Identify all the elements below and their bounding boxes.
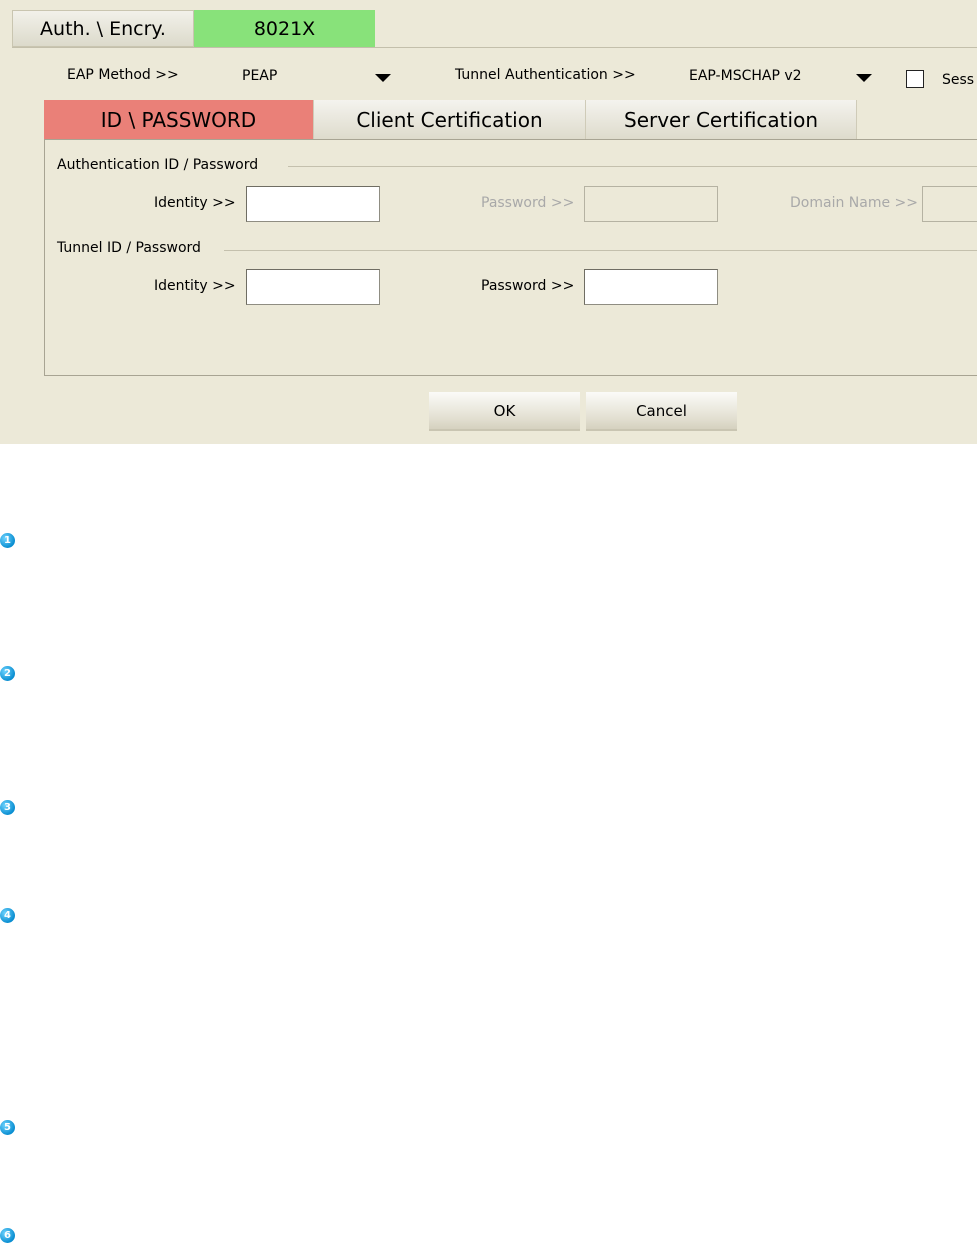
callout-marker-4: 4 <box>0 908 15 923</box>
tab-8021x[interactable]: 8021X <box>194 10 375 47</box>
callout-marker-1: 1 <box>0 533 15 548</box>
domain-name-label: Domain Name >> <box>790 195 918 211</box>
callout-marker-6: 6 <box>0 1228 15 1243</box>
eap-method-label: EAP Method >> <box>67 67 179 83</box>
cancel-button[interactable]: Cancel <box>586 392 737 431</box>
session-resumption-checkbox[interactable] <box>906 70 924 88</box>
auth-group-legend: Authentication ID / Password <box>57 157 259 173</box>
callout-marker-5: 5 <box>0 1120 15 1135</box>
tunnel-identity-input[interactable] <box>246 269 380 305</box>
wireless-settings-dialog: Auth. \ Encry. 8021X EAP Method >> PEAP … <box>0 0 977 444</box>
tunnel-group-divider <box>224 250 977 251</box>
callout-marker-2: 2 <box>0 666 15 681</box>
auth-password-input <box>584 186 718 222</box>
tunnel-password-input[interactable] <box>584 269 718 305</box>
tab-server-certification[interactable]: Server Certification <box>586 100 857 139</box>
tunnel-group-legend: Tunnel ID / Password <box>57 240 201 256</box>
session-resumption-label: Sess <box>942 72 975 88</box>
tunnel-auth-dropdown-icon[interactable] <box>856 74 872 82</box>
callout-marker-3: 3 <box>0 800 15 815</box>
id-password-panel <box>44 139 977 376</box>
auth-group-divider <box>288 166 977 167</box>
eap-method-select[interactable]: PEAP <box>242 68 277 84</box>
auth-identity-label: Identity >> <box>154 195 236 211</box>
auth-identity-input[interactable] <box>246 186 380 222</box>
tab-client-certification[interactable]: Client Certification <box>314 100 586 139</box>
tab-divider <box>12 47 977 48</box>
eap-method-dropdown-icon[interactable] <box>375 74 391 82</box>
ok-button[interactable]: OK <box>429 392 580 431</box>
tunnel-auth-label: Tunnel Authentication >> <box>455 67 636 83</box>
tunnel-password-label: Password >> <box>481 278 575 294</box>
auth-password-label: Password >> <box>481 195 575 211</box>
tunnel-auth-select[interactable]: EAP-MSCHAP v2 <box>689 68 802 84</box>
tab-auth-encry[interactable]: Auth. \ Encry. <box>12 10 194 47</box>
domain-name-input <box>922 186 977 222</box>
tunnel-identity-label: Identity >> <box>154 278 236 294</box>
tab-id-password[interactable]: ID \ PASSWORD <box>44 100 314 139</box>
